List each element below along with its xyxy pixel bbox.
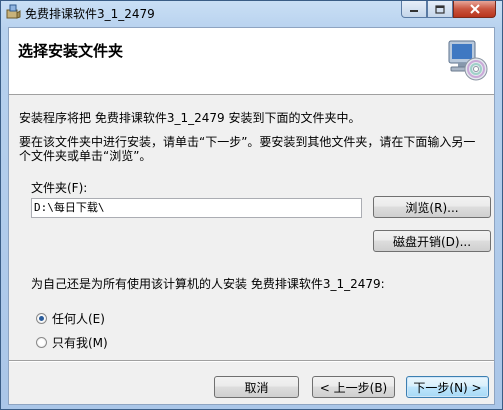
footer-divider: [9, 360, 494, 362]
intro-text: 安装程序将把 免费排课软件3_1_2479 安装到下面的文件夹中。: [19, 111, 361, 125]
radio-label-everyone: 任何人(E): [52, 312, 105, 326]
folder-path-input[interactable]: D:\每日下载\: [31, 198, 362, 218]
folder-label: 文件夹(F):: [31, 181, 88, 195]
installer-window: 免费排课软件3_1_2479 选择安装文件夹 安装程序将把 免费排课软件3_1_…: [0, 0, 503, 410]
header-banner: 选择安装文件夹: [9, 28, 494, 95]
title-bar[interactable]: 免费排课软件3_1_2479: [1, 1, 502, 23]
radio-everyone[interactable]: 任何人(E): [36, 310, 105, 327]
maximize-icon: [435, 4, 445, 14]
window-title: 免费排课软件3_1_2479: [25, 7, 155, 21]
cancel-button[interactable]: 取消: [214, 376, 299, 398]
back-button[interactable]: < 上一步(B): [312, 376, 395, 398]
dialog-client-area: 选择安装文件夹 安装程序将把 免费排课软件3_1_2479 安装到下面的文件夹中…: [8, 27, 495, 405]
installer-app-icon: [6, 4, 21, 19]
next-button[interactable]: 下一步(N) >: [406, 376, 489, 398]
instruction-text-line-2: 个文件夹或单击“浏览”。: [19, 149, 152, 163]
browse-button[interactable]: 浏览(R)...: [373, 196, 491, 218]
minimize-button[interactable]: [401, 1, 427, 18]
radio-label-just-me: 只有我(M): [52, 336, 108, 350]
close-button[interactable]: [453, 1, 496, 18]
setup-computer-cd-icon: [448, 40, 488, 81]
install-for-question: 为自己还是为所有使用该计算机的人安装 免费排课软件3_1_2479:: [31, 277, 385, 291]
disk-cost-button[interactable]: 磁盘开销(D)...: [373, 230, 491, 252]
maximize-button[interactable]: [427, 1, 453, 18]
radio-button-checked[interactable]: [36, 313, 47, 324]
minimize-icon: [410, 10, 418, 12]
close-icon: [469, 4, 480, 14]
page-title: 选择安装文件夹: [18, 42, 124, 60]
caption-buttons: [401, 1, 496, 19]
radio-button-unchecked[interactable]: [36, 337, 47, 348]
radio-just-me[interactable]: 只有我(M): [36, 334, 108, 351]
